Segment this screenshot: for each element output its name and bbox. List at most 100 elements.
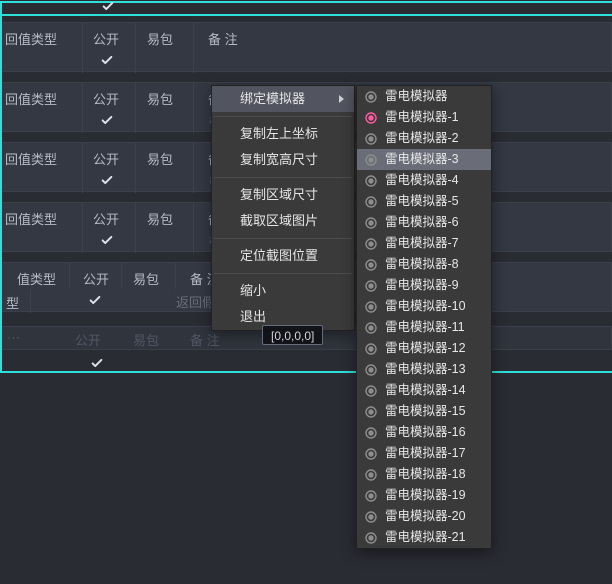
col-header-public: 公开	[93, 89, 119, 108]
simulator-item-label: 雷电模拟器-8	[385, 254, 459, 275]
menu-bind-simulator[interactable]: 绑定模拟器	[212, 86, 354, 112]
simulator-item-label: 雷电模拟器-16	[385, 422, 466, 443]
col-header-public: 公开	[93, 149, 119, 168]
divider	[193, 83, 194, 133]
simulator-item[interactable]: 雷电模拟器-3	[357, 149, 491, 170]
simulator-item[interactable]: 雷电模拟器-6	[357, 212, 491, 233]
simulator-item[interactable]: 雷电模拟器-19	[357, 485, 491, 506]
radio-icon	[364, 237, 378, 251]
col-header-remark: 备 注	[208, 29, 238, 48]
simulator-item[interactable]: 雷电模拟器-14	[357, 380, 491, 401]
simulator-item[interactable]: 雷电模拟器-2	[357, 128, 491, 149]
col-header-easy: 易包	[133, 269, 159, 288]
ghost-public: 公开	[75, 330, 101, 349]
menu-copy-wh[interactable]: 复制宽高尺寸	[212, 147, 354, 173]
simulator-item-label: 雷电模拟器-17	[385, 443, 466, 464]
ghost-easy: 易包	[133, 330, 159, 349]
check-icon	[101, 0, 115, 13]
simulator-item[interactable]: 雷电模拟器-17	[357, 443, 491, 464]
radio-icon	[364, 447, 378, 461]
simulator-item-label: 雷电模拟器-11	[385, 317, 465, 338]
col-header-value-type: 值类型	[17, 269, 56, 288]
check-icon[interactable]	[100, 233, 114, 247]
check-icon[interactable]	[100, 53, 114, 67]
simulator-item[interactable]: 雷电模拟器-8	[357, 254, 491, 275]
simulator-item[interactable]: 雷电模拟器-4	[357, 170, 491, 191]
simulator-item-label: 雷电模拟器-7	[385, 233, 459, 254]
context-menu: 绑定模拟器 复制左上坐标 复制宽高尺寸 复制区域尺寸 截取区域图片 定位截图位置…	[211, 85, 355, 331]
menu-locate-capture[interactable]: 定位截图位置	[212, 243, 354, 269]
menu-item-label: 退出	[240, 309, 266, 324]
menu-separator	[214, 238, 352, 239]
col-header-easy: 易包	[147, 89, 173, 108]
divider	[121, 263, 122, 289]
row-group-1: 回值类型 公开 易包 备 注	[0, 22, 612, 72]
simulator-item-label: 雷电模拟器	[385, 86, 448, 107]
menu-capture-area[interactable]: 截取区域图片	[212, 208, 354, 234]
radio-icon	[364, 405, 378, 419]
selection-border-bottom	[0, 371, 612, 373]
simulator-item-label: 雷电模拟器-13	[385, 359, 466, 380]
menu-copy-area[interactable]: 复制区域尺寸	[212, 182, 354, 208]
simulator-item[interactable]: 雷电模拟器-15	[357, 401, 491, 422]
simulator-item-label: 雷电模拟器-15	[385, 401, 466, 422]
menu-zoom-out[interactable]: 缩小	[212, 278, 354, 304]
menu-separator	[214, 177, 352, 178]
radio-icon	[364, 132, 378, 146]
tooltip-coordinates: [0,0,0,0]	[262, 325, 323, 345]
simulator-item-label: 雷电模拟器-12	[385, 338, 466, 359]
simulator-item-label: 雷电模拟器-20	[385, 506, 466, 527]
col-header-return-type: 回值类型	[5, 209, 57, 228]
radio-icon	[364, 111, 378, 125]
radio-icon	[364, 510, 378, 524]
simulator-item[interactable]: 雷电模拟器-10	[357, 296, 491, 317]
simulator-item[interactable]: 雷电模拟器-12	[357, 338, 491, 359]
simulator-item[interactable]: 雷电模拟器-1	[357, 107, 491, 128]
check-icon[interactable]	[100, 113, 114, 127]
simulator-item-label: 雷电模拟器-1	[385, 107, 459, 128]
check-icon[interactable]	[100, 173, 114, 187]
menu-copy-top-left[interactable]: 复制左上坐标	[212, 121, 354, 147]
simulator-item[interactable]: 雷电模拟器-9	[357, 275, 491, 296]
simulator-item[interactable]: 雷电模拟器-13	[357, 359, 491, 380]
simulator-item[interactable]: 雷电模拟器	[357, 86, 491, 107]
selection-border-left	[0, 2, 2, 373]
simulator-item[interactable]: 雷电模拟器-7	[357, 233, 491, 254]
check-icon[interactable]	[90, 356, 104, 370]
radio-icon	[364, 384, 378, 398]
simulator-item[interactable]: 雷电模拟器-16	[357, 422, 491, 443]
col-header-public: 公开	[93, 209, 119, 228]
menu-separator	[214, 273, 352, 274]
radio-icon	[364, 195, 378, 209]
radio-icon	[364, 363, 378, 377]
divider	[82, 23, 83, 73]
menu-item-label: 缩小	[240, 283, 266, 298]
menu-item-label: 定位截图位置	[240, 248, 318, 263]
simulator-item[interactable]: 雷电模拟器-20	[357, 506, 491, 527]
simulator-item-label: 雷电模拟器-18	[385, 464, 466, 485]
simulator-item[interactable]: 雷电模拟器-5	[357, 191, 491, 212]
divider	[82, 203, 83, 253]
simulator-item-label: 雷电模拟器-5	[385, 191, 459, 212]
simulator-item-label: 雷电模拟器-3	[385, 149, 459, 170]
col-header-public: 公开	[93, 29, 119, 48]
selection-border-top	[0, 1, 612, 3]
check-icon[interactable]	[88, 293, 102, 307]
simulator-item-label: 雷电模拟器-6	[385, 212, 459, 233]
radio-icon	[364, 174, 378, 188]
simulator-item[interactable]: 雷电模拟器-11	[357, 317, 491, 338]
simulator-item-label: 雷电模拟器-14	[385, 380, 466, 401]
radio-icon	[364, 153, 378, 167]
divider	[135, 203, 136, 253]
col-header-return-type: 回值类型	[5, 149, 57, 168]
divider	[82, 83, 83, 133]
simulator-item[interactable]: 雷电模拟器-18	[357, 464, 491, 485]
radio-icon	[364, 321, 378, 335]
radio-icon	[364, 90, 378, 104]
menu-item-label: 复制宽高尺寸	[240, 152, 318, 167]
menu-item-label: 截取区域图片	[240, 213, 318, 228]
radio-icon	[364, 342, 378, 356]
simulator-item-label: 雷电模拟器-9	[385, 275, 459, 296]
simulator-item[interactable]: 雷电模拟器-21	[357, 527, 491, 548]
tooltip-text: [0,0,0,0]	[271, 329, 314, 343]
